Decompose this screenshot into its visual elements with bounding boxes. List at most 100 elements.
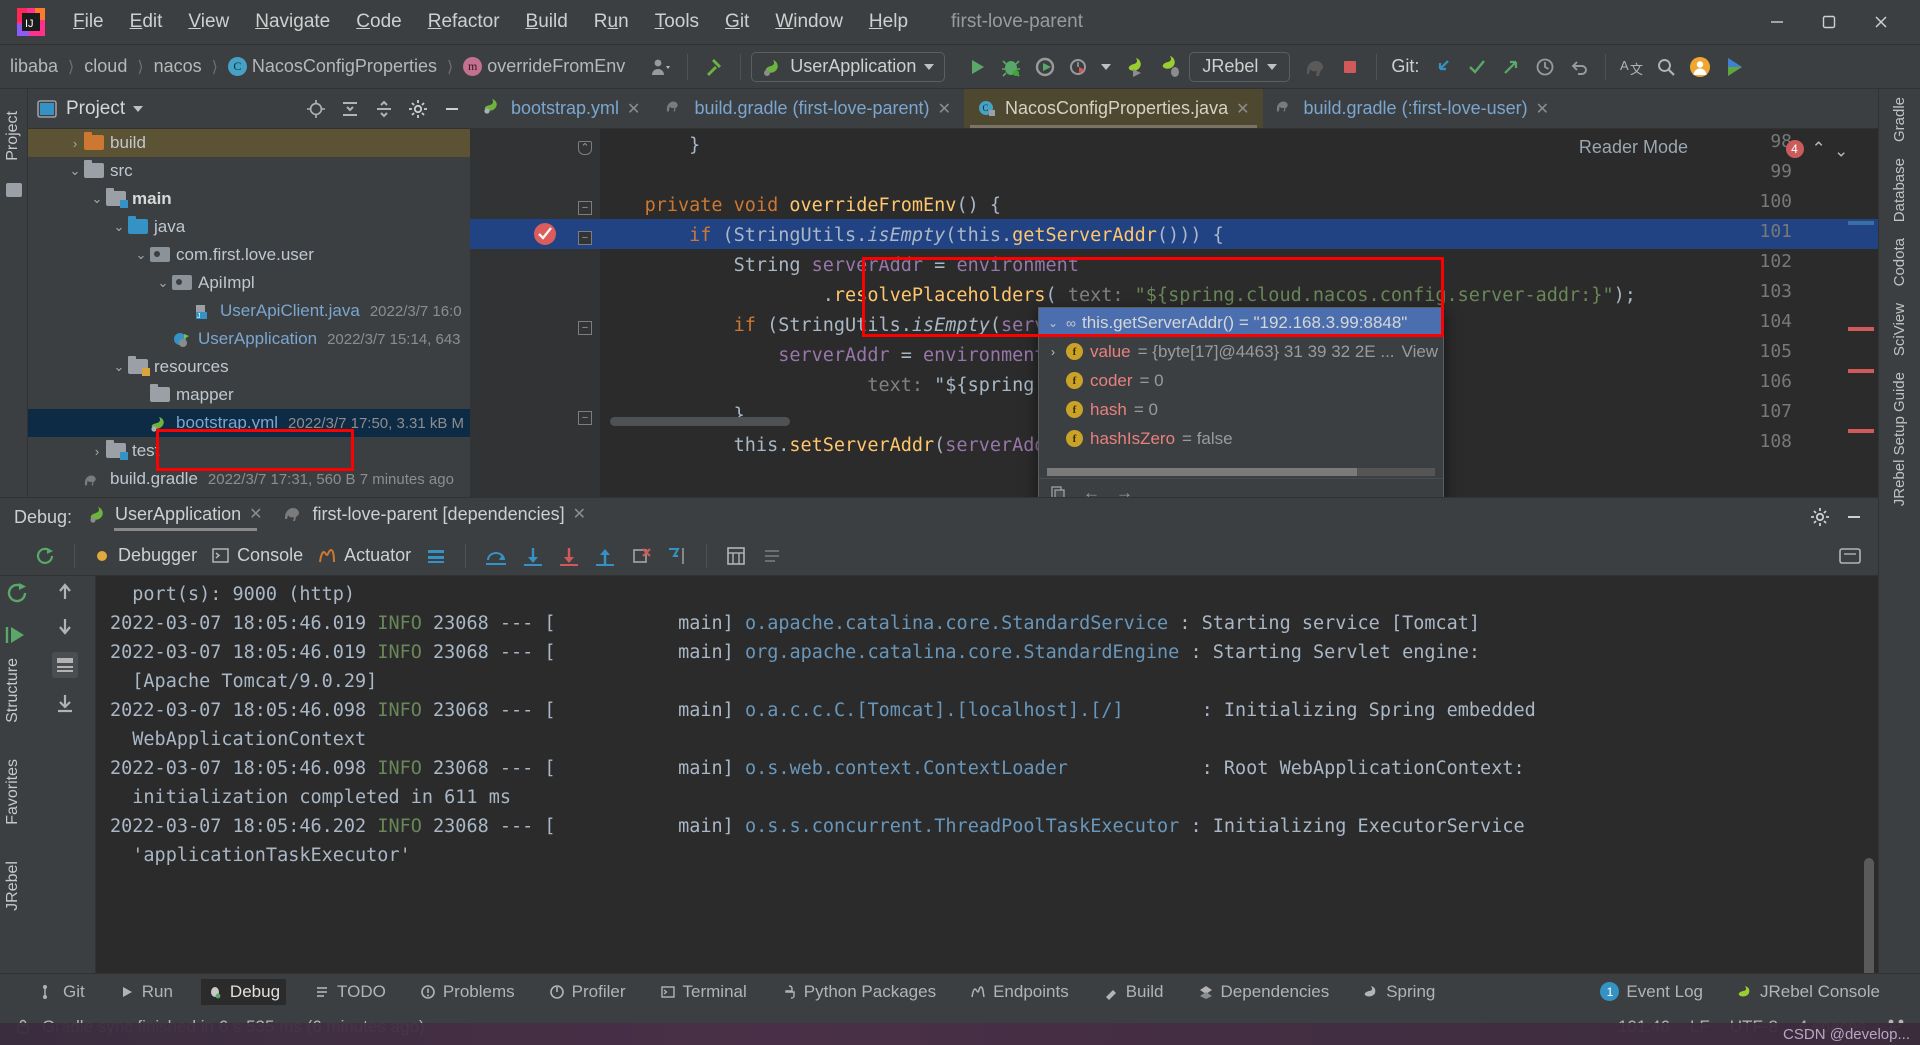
git-history-icon[interactable] xyxy=(1529,51,1561,83)
evaluate-icon[interactable] xyxy=(725,545,747,567)
tree-expand-arrow[interactable]: ⌄ xyxy=(110,359,128,375)
tool-button-dependencies[interactable]: Dependencies xyxy=(1192,979,1336,1005)
next-problem-icon[interactable]: ⌃ xyxy=(1834,139,1848,159)
editor-tab-build-gradle-first-love-parent-[interactable]: build.gradle (first-love-parent) ✕ xyxy=(653,89,964,128)
tree-node-com-first-love-user[interactable]: ⌄ com.first.love.user xyxy=(28,241,470,269)
debugger-value-popup[interactable]: ⌄ ∞ this.getServerAddr() = "192.168.3.99… xyxy=(1038,307,1444,507)
jrebel-debug-icon[interactable] xyxy=(1155,51,1187,83)
breadcrumb-nacos[interactable]: nacos xyxy=(150,54,206,79)
tree-expand-arrow[interactable]: ⌄ xyxy=(88,191,106,207)
tool-button-spring[interactable]: Spring xyxy=(1357,979,1441,1005)
tool-button-terminal[interactable]: Terminal xyxy=(654,979,753,1005)
rerun-icon[interactable] xyxy=(34,545,56,567)
close-icon[interactable]: ✕ xyxy=(1236,99,1249,119)
debug-tab-userapplication[interactable]: UserApplication ✕ xyxy=(84,504,266,531)
tool-button-endpoints[interactable]: Endpoints xyxy=(964,979,1075,1005)
jrebel-run-icon[interactable] xyxy=(1121,51,1153,83)
expand-all-icon[interactable] xyxy=(340,99,360,119)
tool-button-todo[interactable]: TODO xyxy=(308,979,392,1005)
watch-icon[interactable] xyxy=(51,652,78,678)
console-settings-icon[interactable] xyxy=(1838,546,1878,566)
fold-marker-icon[interactable]: − xyxy=(578,231,592,245)
collapse-all-icon[interactable] xyxy=(374,99,394,119)
tree-node-test[interactable]: › test xyxy=(28,437,470,465)
menu-item-build[interactable]: Build xyxy=(513,7,581,37)
search-icon[interactable] xyxy=(1650,51,1682,83)
tab-debugger[interactable]: Debugger xyxy=(93,545,197,566)
menu-item-run[interactable]: Run xyxy=(581,7,642,37)
breadcrumb-cloud[interactable]: cloud xyxy=(80,54,131,79)
tree-node-bootstrap-yml[interactable]: bootstrap.yml 2022/3/7 17:50, 3.31 kB M xyxy=(28,409,470,437)
settings-icon[interactable] xyxy=(1810,507,1830,527)
hide-icon[interactable] xyxy=(442,99,462,119)
run-to-cursor-icon[interactable] xyxy=(666,545,688,567)
step-into-icon[interactable] xyxy=(522,545,544,567)
tree-expand-arrow[interactable]: ⌄ xyxy=(154,275,172,291)
close-button[interactable] xyxy=(1858,5,1904,39)
prev-problem-icon[interactable]: ⌃ xyxy=(1812,139,1826,159)
locate-icon[interactable] xyxy=(306,99,326,119)
elephant-icon[interactable] xyxy=(1300,51,1332,83)
step-out-icon[interactable] xyxy=(594,545,616,567)
minimize-button[interactable] xyxy=(1754,5,1800,39)
fold-marker-icon[interactable]: − xyxy=(578,201,592,215)
undo-icon[interactable] xyxy=(1563,51,1595,83)
sidebar-item-favorites[interactable]: Favorites xyxy=(0,751,26,833)
menu-item-edit[interactable]: Edit xyxy=(117,7,176,37)
plugin-icon[interactable] xyxy=(1718,51,1750,83)
editor-tab-bootstrap-yml[interactable]: bootstrap.yml ✕ xyxy=(470,89,653,128)
sidebar-item-database[interactable]: Database xyxy=(1887,150,1912,230)
menu-item-help[interactable]: Help xyxy=(856,7,921,37)
git-commit-icon[interactable] xyxy=(1461,51,1493,83)
profiler-chevron-down-icon[interactable] xyxy=(1101,63,1112,70)
sidebar-item-codota[interactable]: Codota xyxy=(1887,230,1912,294)
menu-item-refactor[interactable]: Refactor xyxy=(415,7,513,37)
tree-node-userapiclient-java[interactable]: J UserApiClient.java 2022/3/7 16:0 xyxy=(28,297,470,325)
debug-tab-dependencies[interactable]: first-love-parent [dependencies] ✕ xyxy=(279,504,591,531)
console-scrollbar-thumb[interactable] xyxy=(1864,858,1874,978)
run-icon[interactable] xyxy=(961,51,993,83)
step-up-icon[interactable] xyxy=(54,580,76,602)
hide-icon[interactable] xyxy=(1844,507,1864,527)
rerun-icon[interactable] xyxy=(4,580,30,606)
tree-node-main[interactable]: ⌄ main xyxy=(28,185,470,213)
fold-marker-icon[interactable]: ⌃ xyxy=(578,141,592,155)
tool-button-git[interactable]: Git xyxy=(34,979,91,1005)
git-update-icon[interactable] xyxy=(1427,51,1459,83)
tree-expand-arrow[interactable]: ⌄ xyxy=(110,219,128,235)
tree-node-userapplication[interactable]: UserApplication 2022/3/7 15:14, 643 xyxy=(28,325,470,353)
profile-icon[interactable] xyxy=(645,51,677,83)
tree-node-build[interactable]: › build xyxy=(28,129,470,157)
force-step-into-icon[interactable] xyxy=(558,545,580,567)
chevron-down-icon[interactable]: ⌄ xyxy=(1047,316,1059,330)
stop-icon[interactable] xyxy=(1334,51,1366,83)
tree-node-java[interactable]: ⌄ java xyxy=(28,213,470,241)
menu-item-git[interactable]: Git xyxy=(712,7,762,37)
menu-item-view[interactable]: View xyxy=(175,7,242,37)
tab-actuator[interactable]: Actuator xyxy=(317,545,411,566)
maximize-button[interactable] xyxy=(1806,5,1852,39)
project-tree[interactable]: › build ⌄ src ⌄ main ⌄ java ⌄ com.first.love.user… xyxy=(28,129,470,493)
close-icon[interactable]: ✕ xyxy=(938,99,951,119)
tree-expand-arrow[interactable]: ⌄ xyxy=(66,163,84,179)
editor-tab-nacosconfigproperties-java[interactable]: C NacosConfigProperties.java ✕ xyxy=(963,89,1263,128)
drop-frame-icon[interactable] xyxy=(630,545,652,567)
tree-node-src[interactable]: ⌄ src xyxy=(28,157,470,185)
run-configuration-selector[interactable]: UserApplication xyxy=(751,51,946,82)
tree-expand-arrow[interactable]: › xyxy=(88,444,106,459)
tab-console[interactable]: Console xyxy=(211,545,303,566)
tool-button-event-log[interactable]: 1 Event Log xyxy=(1594,979,1709,1005)
menu-item-navigate[interactable]: Navigate xyxy=(242,7,343,37)
profiler-icon[interactable] xyxy=(1063,51,1095,83)
git-push-icon[interactable] xyxy=(1495,51,1527,83)
run-with-coverage-icon[interactable] xyxy=(1029,51,1061,83)
tool-button-jrebel-console[interactable]: JRebel Console xyxy=(1731,979,1886,1005)
tree-node-build-gradle[interactable]: build.gradle 2022/3/7 17:31, 560 B 7 minu… xyxy=(28,465,470,493)
fold-marker-icon[interactable]: − xyxy=(578,321,592,335)
code-line[interactable]: String serverAddr = environment xyxy=(600,251,1878,281)
menu-item-file[interactable]: File xyxy=(60,7,117,37)
tree-node-mapper[interactable]: mapper xyxy=(28,381,470,409)
popup-field-hashiszero[interactable]: f hashIsZero = false xyxy=(1039,424,1443,453)
tool-button-problems[interactable]: Problems xyxy=(414,979,521,1005)
editor-tab-build-gradle-first-love-user-[interactable]: build.gradle (:first-love-user) ✕ xyxy=(1263,89,1562,128)
